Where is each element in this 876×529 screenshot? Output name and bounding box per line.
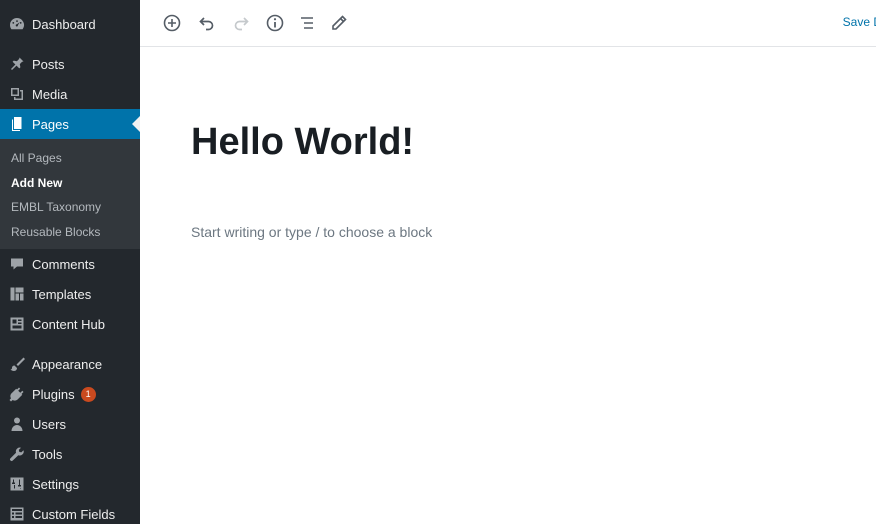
sidebar-item-content-hub[interactable]: Content Hub	[0, 309, 140, 339]
add-block-icon	[163, 14, 181, 32]
content-hub-icon	[9, 316, 25, 332]
comment-icon	[9, 256, 25, 272]
media-icon	[9, 86, 25, 102]
redo-button[interactable]	[226, 8, 256, 38]
plugin-update-badge: 1	[80, 386, 96, 402]
sidebar-item-label: Media	[32, 86, 68, 102]
sidebar-item-templates[interactable]: Templates	[0, 279, 140, 309]
redo-icon	[234, 17, 249, 31]
sidebar-item-label: Content Hub	[32, 316, 105, 332]
block-navigation-button[interactable]	[292, 8, 322, 38]
templates-icon	[9, 286, 25, 302]
editor-canvas: Hello World! Start writing or type / to …	[140, 47, 876, 524]
submenu-item-embl-taxonomy[interactable]: EMBL Taxonomy	[0, 195, 140, 220]
paintbrush-icon	[9, 356, 25, 372]
sidebar-item-users[interactable]: Users	[0, 409, 140, 439]
dashboard-icon	[9, 16, 25, 32]
sidebar-item-pages[interactable]: Pages	[0, 109, 140, 139]
sidebar-item-label: Plugins	[32, 386, 75, 402]
add-block-button[interactable]	[157, 8, 187, 38]
sidebar-item-appearance[interactable]: Appearance	[0, 349, 140, 379]
block-appender-placeholder[interactable]: Start writing or type / to choose a bloc…	[191, 224, 432, 240]
plugin-icon	[9, 386, 25, 402]
sidebar-item-label: Templates	[32, 286, 92, 302]
submenu-item-all-pages[interactable]: All Pages	[0, 146, 140, 171]
submenu-item-reusable-blocks[interactable]: Reusable Blocks	[0, 220, 140, 245]
admin-sidebar: Dashboard Posts Media Pages All Pages Ad…	[0, 0, 140, 524]
content-info-button[interactable]	[260, 8, 290, 38]
custom-fields-icon	[9, 506, 25, 522]
sidebar-item-comments[interactable]: Comments	[0, 249, 140, 279]
sidebar-item-label: Comments	[32, 256, 95, 272]
wrench-icon	[9, 446, 25, 462]
user-icon	[9, 416, 25, 432]
pages-submenu: All Pages Add New EMBL Taxonomy Reusable…	[0, 139, 140, 249]
sidebar-item-label: Pages	[32, 116, 69, 132]
pin-icon	[9, 56, 25, 72]
sidebar-item-media[interactable]: Media	[0, 79, 140, 109]
sidebar-item-label: Custom Fields	[32, 506, 116, 522]
sidebar-item-label: Tools	[32, 446, 63, 462]
sidebar-item-dashboard[interactable]: Dashboard	[0, 9, 140, 39]
sidebar-item-plugins[interactable]: Plugins 1	[0, 379, 140, 409]
undo-icon	[199, 17, 214, 31]
sidebar-item-custom-fields[interactable]: Custom Fields	[0, 499, 140, 529]
sidebar-item-label: Dashboard	[32, 16, 96, 32]
info-icon	[266, 14, 284, 32]
sidebar-item-label: Settings	[32, 476, 79, 492]
settings-icon	[9, 476, 25, 492]
undo-button[interactable]	[192, 8, 222, 38]
submenu-item-add-new[interactable]: Add New	[0, 171, 140, 196]
sidebar-item-label: Posts	[32, 56, 65, 72]
editor-toolbar: Save D	[140, 0, 876, 47]
sidebar-item-tools[interactable]: Tools	[0, 439, 140, 469]
sidebar-item-settings[interactable]: Settings	[0, 469, 140, 499]
edit-icon	[332, 15, 347, 30]
pages-icon	[9, 116, 25, 132]
outline-icon	[301, 17, 313, 29]
sidebar-item-label: Appearance	[32, 356, 103, 372]
sidebar-item-label: Users	[32, 416, 66, 432]
post-title[interactable]: Hello World!	[191, 121, 414, 164]
sidebar-item-posts[interactable]: Posts	[0, 49, 140, 79]
save-draft-button[interactable]: Save D	[843, 15, 876, 29]
tools-edit-button[interactable]	[324, 8, 354, 38]
